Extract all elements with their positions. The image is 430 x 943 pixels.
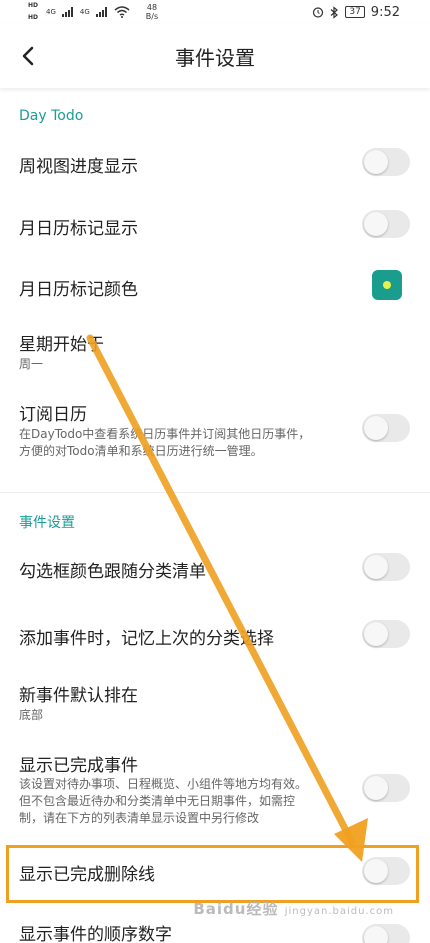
setting-value: 底部 <box>19 708 44 722</box>
remember-category-toggle[interactable] <box>362 620 410 648</box>
setting-month-marker-color[interactable]: 月日历标记颜色 <box>0 262 430 312</box>
battery-icon: 37 <box>345 6 365 18</box>
toggle-knob <box>364 150 388 174</box>
signal-icon <box>61 7 73 17</box>
setting-show-completed[interactable]: 显示已完成事件 该设置对待办事项、日程概览、小组件等地方均有效。 但不包含最近待… <box>0 748 430 832</box>
setting-title: 勾选框颜色跟随分类清单 <box>19 562 206 582</box>
setting-remember-category[interactable]: 添加事件时，记忆上次的分类选择 <box>0 610 430 660</box>
setting-title: 显示已完成删除线 <box>19 865 155 885</box>
section-header-events: 事件设置 <box>19 515 75 531</box>
setting-description: 在DayTodo中查看系统日历事件并订阅其他日历事件， 方便的对Todo清单和系… <box>19 427 311 458</box>
setting-month-marker[interactable]: 月日历标记显示 <box>0 200 430 250</box>
page-title: 事件设置 <box>175 45 255 70</box>
month-marker-toggle[interactable] <box>362 210 410 238</box>
week-progress-toggle[interactable] <box>362 148 410 176</box>
section-header-daytodo: Day Todo <box>19 108 84 124</box>
setting-value: 周一 <box>19 357 44 371</box>
app-bar: 事件设置 <box>0 24 430 88</box>
status-bar: HD HD 4G 4G 48 B/s 37 9:52 <box>0 0 430 24</box>
network-label: 4G <box>79 8 90 16</box>
toggle-knob <box>364 776 388 800</box>
toggle-knob <box>364 212 388 236</box>
toggle-knob <box>364 416 388 440</box>
setting-week-start[interactable]: 星期开始于 周一 <box>0 326 430 382</box>
toggle-knob <box>364 555 388 579</box>
swatch-dot <box>383 281 391 289</box>
setting-title: 星期开始于 <box>19 335 104 355</box>
back-button[interactable] <box>12 40 44 72</box>
clock: 9:52 <box>370 4 400 20</box>
toggle-knob <box>364 622 388 646</box>
wifi-icon <box>114 6 130 18</box>
network-label: 4G <box>46 8 56 16</box>
toggle-knob <box>364 926 388 943</box>
toggle-knob <box>364 859 388 883</box>
checkbox-color-toggle[interactable] <box>362 553 410 581</box>
setting-description: 该设置对待办事项、日程概览、小组件等地方均有效。 但不包含最近待办和分类清单中无… <box>19 777 308 825</box>
setting-show-strikethrough[interactable]: 显示已完成删除线 <box>0 848 430 898</box>
setting-title: 新事件默认排在 <box>19 686 138 706</box>
chevron-left-icon <box>22 46 34 66</box>
setting-title: 周视图进度显示 <box>19 157 138 177</box>
setting-title: 显示事件的顺序数字 <box>19 925 172 943</box>
show-completed-toggle[interactable] <box>362 774 410 802</box>
setting-week-progress[interactable]: 周视图进度显示 <box>0 138 430 188</box>
setting-checkbox-color[interactable]: 勾选框颜色跟随分类清单 <box>0 542 430 592</box>
show-order-number-toggle[interactable] <box>362 924 410 943</box>
setting-title: 添加事件时，记忆上次的分类选择 <box>19 629 274 649</box>
setting-title: 显示已完成事件 <box>19 756 138 776</box>
setting-title: 月日历标记显示 <box>19 219 138 239</box>
hd-indicator: HD HD <box>28 2 39 21</box>
color-swatch[interactable] <box>372 270 402 300</box>
section-divider <box>0 492 430 493</box>
setting-title: 订阅日历 <box>19 405 87 425</box>
watermark: Baidu经验 jingyan.baidu.com <box>193 900 394 918</box>
signal-icon <box>95 7 107 17</box>
network-speed: 48 B/s <box>145 3 159 21</box>
setting-title: 月日历标记颜色 <box>19 280 138 300</box>
setting-subscribe-calendar[interactable]: 订阅日历 在DayTodo中查看系统日历事件并订阅其他日历事件， 方便的对Tod… <box>0 396 430 466</box>
setting-new-event-order[interactable]: 新事件默认排在 底部 <box>0 678 430 734</box>
subscribe-calendar-toggle[interactable] <box>362 414 410 442</box>
bluetooth-icon <box>330 5 339 19</box>
alarm-icon <box>313 7 324 18</box>
show-strikethrough-toggle[interactable] <box>362 857 410 885</box>
